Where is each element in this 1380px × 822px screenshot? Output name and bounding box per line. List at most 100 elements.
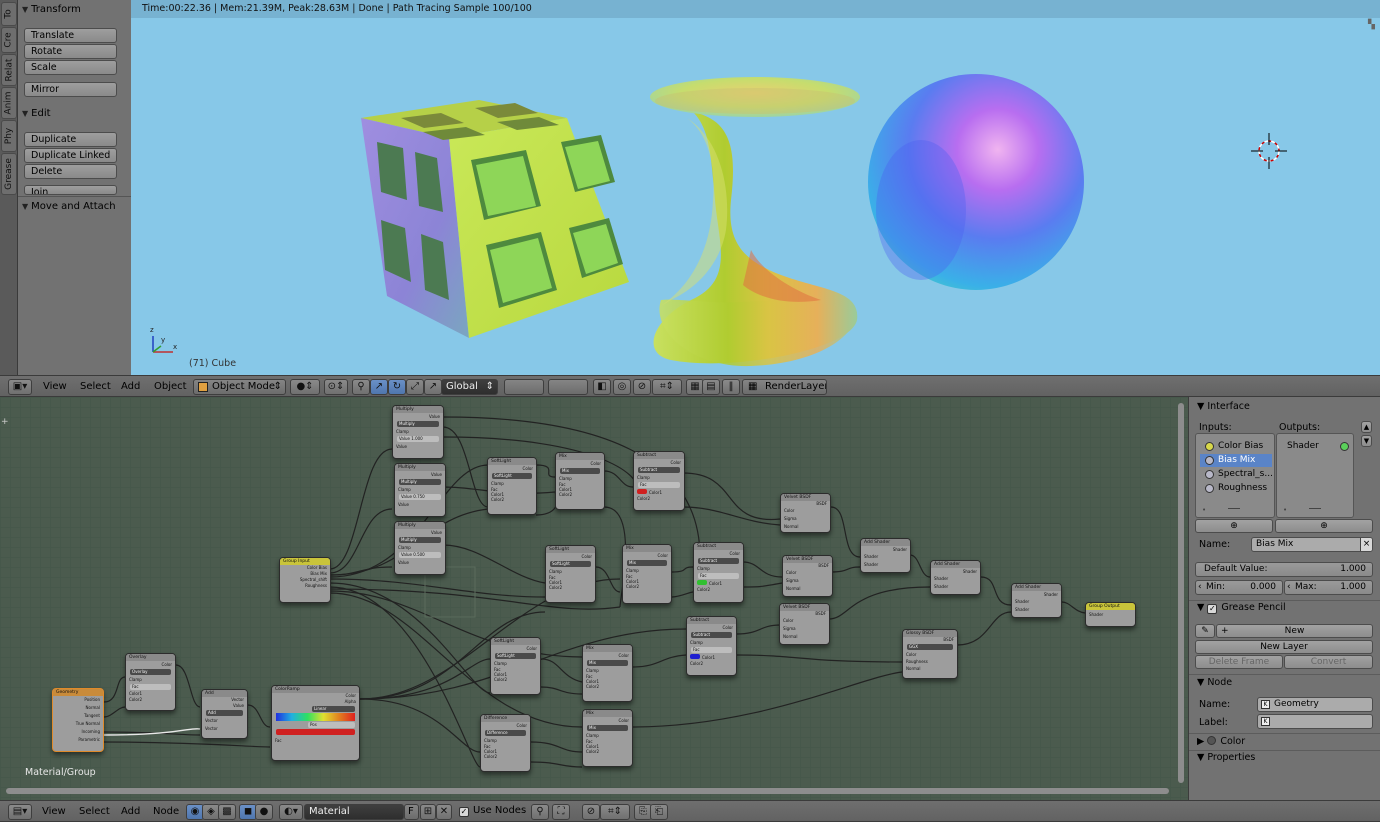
node-group-output[interactable]: Group Output Shader <box>1085 602 1136 627</box>
blend-select[interactable]: Subtract <box>698 558 739 564</box>
blend-select[interactable]: Mix <box>560 468 600 474</box>
node-softlight-2[interactable]: SoftLight Color SoftLight Clamp Fac Colo… <box>545 545 596 603</box>
viewport-shading-icon[interactable]: ●⇕ <box>290 379 320 395</box>
stop-color-swatch[interactable] <box>276 729 355 735</box>
node-vector-add[interactable]: Add Vector Value Add Vector Vector <box>201 689 248 739</box>
clamp-checkbox[interactable]: Clamp <box>393 428 443 435</box>
material-name-field[interactable]: Material <box>304 804 404 820</box>
list-item-output[interactable]: Shader <box>1281 440 1351 453</box>
node-multiply-2[interactable]: Multiply Value Multiply Clamp Value 0.75… <box>394 463 446 517</box>
move-up-button[interactable]: ▲ <box>1361 421 1372 433</box>
node-group-input[interactable]: Group Input Color Bias Bias Mix Spectral… <box>279 557 331 603</box>
resize-dots-icon[interactable]: • <box>1202 506 1206 514</box>
interface-panel-header[interactable]: ▼ Interface <box>1197 401 1250 412</box>
blend-select[interactable]: SoftLight <box>492 473 532 479</box>
horizontal-scrollbar[interactable] <box>6 788 1169 794</box>
node-velvet-bsdf-2[interactable]: Velvet BSDF BSDF Color Sigma Normal <box>782 555 833 597</box>
node-multiply-1[interactable]: Multiply Value Multiply Clamp Value 1.00… <box>392 405 444 459</box>
grease-pencil-checkbox[interactable]: ✓ <box>1207 604 1218 614</box>
outputs-list[interactable]: Shader • <box>1276 433 1354 518</box>
menu-node[interactable]: Node <box>153 805 179 818</box>
blend-select[interactable]: SoftLight <box>550 561 591 567</box>
properties-panel-header[interactable]: ▼ Properties <box>1197 752 1255 763</box>
fac-field[interactable]: Fac <box>698 573 739 579</box>
menu-add[interactable]: Add <box>121 805 140 818</box>
tab-relations[interactable]: Relat <box>1 54 17 86</box>
list-grip-icon[interactable] <box>1309 508 1321 509</box>
layers-grid-2[interactable] <box>548 379 588 395</box>
tab-grease-pencil[interactable]: Grease <box>1 153 17 195</box>
inputs-list[interactable]: Color Bias Bias Mix Spectral_s... Roughn… <box>1195 433 1275 518</box>
snap-element-icon[interactable]: ⌗⇕ <box>652 379 682 395</box>
tab-create[interactable]: Cre <box>1 27 17 53</box>
interpolation-select[interactable]: Linear <box>312 706 355 712</box>
max-value-field[interactable]: ‹ Max: 1.000 <box>1284 580 1373 595</box>
clamp-checkbox[interactable]: Clamp <box>694 565 743 572</box>
blend-select[interactable]: Subtract <box>638 467 680 473</box>
value-field[interactable]: Value 1.000 <box>397 436 439 442</box>
add-input-button[interactable]: ⊕ <box>1195 519 1273 533</box>
node-mix-2[interactable]: Mix Color Mix Clamp Fac Color1 Color2 <box>622 544 672 604</box>
blend-select[interactable]: Mix <box>587 660 628 666</box>
world-shader-icon[interactable]: ● <box>255 804 273 820</box>
clamp-checkbox[interactable]: Clamp <box>488 480 536 487</box>
mode-select[interactable]: Object Mode ⇕ <box>193 379 286 395</box>
magnet-icon[interactable]: ⊘ <box>582 804 600 820</box>
new-layer-button[interactable]: New Layer <box>1195 640 1373 654</box>
color-swatch[interactable] <box>697 580 707 585</box>
tab-tools[interactable]: To <box>1 2 17 26</box>
node-softlight-1[interactable]: SoftLight Color SoftLight Clamp Fac Colo… <box>487 457 537 515</box>
clamp-checkbox[interactable]: Clamp <box>481 737 530 744</box>
node-velvet-bsdf-1[interactable]: Velvet BSDF BSDF Color Sigma Normal <box>780 493 831 533</box>
clamp-checkbox[interactable]: Clamp <box>556 475 604 482</box>
list-item-input-selected[interactable]: Bias Mix <box>1200 454 1272 467</box>
menu-select[interactable]: Select <box>79 805 110 818</box>
pos-field[interactable]: Pos <box>308 722 355 728</box>
operation-select[interactable]: Multiply <box>399 479 441 485</box>
clamp-checkbox[interactable]: Clamp <box>395 544 445 551</box>
move-attach-panel-header[interactable]: ▼ Move and Attach <box>22 201 116 212</box>
unlink-material-icon[interactable]: ✕ <box>436 804 452 820</box>
add-output-button[interactable]: ⊕ <box>1275 519 1373 533</box>
menu-select[interactable]: Select <box>80 380 111 393</box>
fake-user-button[interactable]: F <box>404 804 419 820</box>
min-value-field[interactable]: ‹ Min: 0.000 <box>1195 580 1283 595</box>
snap-icon[interactable]: ⊘ <box>633 379 651 395</box>
list-item-input[interactable]: Roughness <box>1200 482 1272 495</box>
node-mix-1[interactable]: Mix Color Mix Clamp Fac Color1 Color2 <box>555 452 605 510</box>
fac-field[interactable]: Fac <box>691 647 732 653</box>
clamp-checkbox[interactable]: Clamp <box>583 667 632 674</box>
blend-select[interactable]: Overlay <box>130 669 171 675</box>
clamp-checkbox[interactable]: Clamp <box>546 568 595 575</box>
node-label-field[interactable]: K <box>1257 714 1373 729</box>
edit-panel-header[interactable]: ▼ Edit <box>22 108 51 119</box>
duplicate-linked-button[interactable]: Duplicate Linked <box>24 148 117 163</box>
node-multiply-3[interactable]: Multiply Value Multiply Clamp Value 0.50… <box>394 521 446 575</box>
list-grip-icon[interactable] <box>1228 508 1240 509</box>
node-glossy-bsdf[interactable]: Glossy BSDF BSDF GGX Color Roughness Nor… <box>902 629 958 679</box>
layers-grid-1[interactable] <box>504 379 544 395</box>
clamp-checkbox[interactable]: Clamp <box>623 567 671 574</box>
paste-nodes-icon[interactable]: ⎗ <box>650 804 668 820</box>
color-panel-header[interactable]: ▶ Color <box>1197 736 1245 747</box>
pivot-point-icon[interactable]: ⊙⇕ <box>324 379 348 395</box>
menu-object[interactable]: Object <box>154 380 187 393</box>
node-subtract-3[interactable]: Subtract Color Subtract Clamp Fac Color1… <box>686 616 737 676</box>
default-value-field[interactable]: Default Value: 1.000 <box>1195 562 1373 577</box>
editor-type-icon[interactable]: ▣▾ <box>8 379 32 395</box>
tab-physics[interactable]: Phy <box>1 120 17 152</box>
node-overlay[interactable]: Overlay Color Overlay Clamp Fac Color1 C… <box>125 653 176 711</box>
texture-nodes-icon[interactable]: ▩ <box>218 804 236 820</box>
lock-layers-icon[interactable]: ◧ <box>593 379 611 395</box>
node-velvet-bsdf-3[interactable]: Velvet BSDF BSDF Color Sigma Normal <box>779 603 830 645</box>
clamp-checkbox[interactable]: Clamp <box>126 676 175 683</box>
rotate-manipulator-icon[interactable]: ↻ <box>388 379 406 395</box>
operation-select[interactable]: Multiply <box>399 537 441 543</box>
scale-manipulator-icon[interactable]: ⤢ <box>406 379 424 395</box>
proportional-edit-icon[interactable]: ◎ <box>613 379 631 395</box>
node-name-field[interactable]: K Geometry <box>1257 697 1373 712</box>
operation-select[interactable]: Add <box>206 710 243 716</box>
operation-select[interactable]: Multiply <box>397 421 439 427</box>
node-add-shader-3[interactable]: Add Shader Shader Shader Shader <box>1011 583 1062 618</box>
new-gpencil-button[interactable]: + New <box>1216 624 1373 638</box>
